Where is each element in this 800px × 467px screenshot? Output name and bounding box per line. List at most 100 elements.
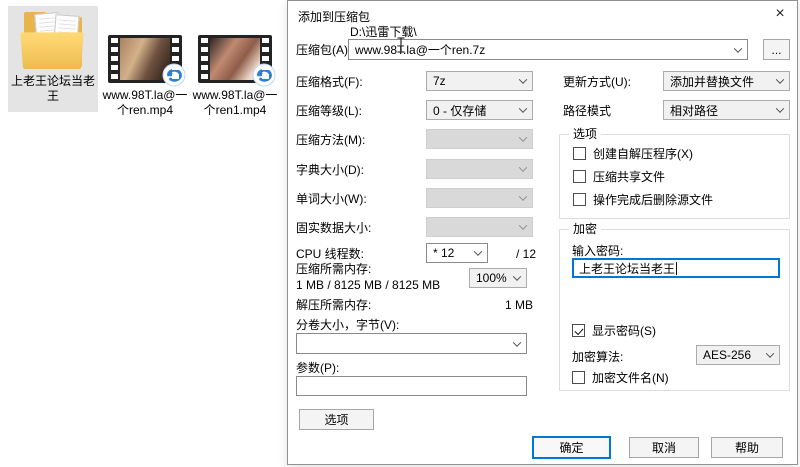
checkbox-show-password[interactable]: 显示密码(S) <box>572 322 656 339</box>
encryption-group-title: 加密 <box>569 222 602 236</box>
video-thumbnail <box>108 35 186 87</box>
browse-label: ... <box>771 42 782 57</box>
parameters-input[interactable] <box>296 376 527 396</box>
word-size-combobox <box>426 188 533 208</box>
chevron-down-icon <box>518 133 528 142</box>
memory-compress-label: 压缩所需内存: <box>296 262 372 276</box>
encryption-method-label: 加密算法: <box>572 350 624 364</box>
video-label: www.98T.la@一个ren1.mp4 <box>192 88 278 117</box>
close-button[interactable]: × <box>765 1 795 26</box>
video-thumbnail <box>198 35 276 87</box>
checkbox-label: 压缩共享文件 <box>593 170 666 184</box>
dictionary-combobox <box>426 159 533 179</box>
format-label: 压缩格式(F): <box>296 75 363 89</box>
memory-decompress-value: 1 MB <box>504 298 533 312</box>
desktop-item-video-2[interactable]: www.98T.la@一个ren1.mp4 <box>192 35 278 118</box>
password-value: 上老王论坛当老王 <box>579 261 676 276</box>
memory-percent-value: 100% <box>476 271 507 285</box>
password-label: 输入密码: <box>572 244 624 258</box>
chevron-down-icon <box>518 221 528 230</box>
memory-percent-combobox[interactable]: 100% <box>469 268 527 288</box>
chevron-down-icon <box>775 75 785 84</box>
chevron-down-icon <box>518 104 528 113</box>
ok-button[interactable]: 确定 <box>532 436 611 459</box>
volume-size-label: 分卷大小，字节(V): <box>296 318 400 332</box>
close-icon: × <box>775 4 785 22</box>
chevron-down-icon <box>518 192 528 201</box>
format-combobox[interactable]: 7z <box>426 71 533 91</box>
ok-button-label: 确定 <box>559 441 584 455</box>
checkbox-shared-files[interactable]: 压缩共享文件 <box>573 168 665 185</box>
update-mode-label: 更新方式(U): <box>563 75 631 89</box>
dialog-title: 添加到压缩包 <box>298 10 371 24</box>
desktop-item-folder[interactable]: 上老王论坛当老王 <box>8 6 98 112</box>
archive-name-value: www.98T.la@一个ren.7z <box>355 43 486 57</box>
desktop-item-video-1[interactable]: www.98T.la@一个ren.mp4 <box>102 35 188 118</box>
chevron-down-icon <box>765 349 775 358</box>
checkbox-icon <box>573 193 586 206</box>
level-combobox[interactable]: 0 - 仅存储 <box>426 100 533 120</box>
player-overlay-icon <box>162 63 186 87</box>
update-mode-combobox[interactable]: 添加并替换文件 <box>663 71 790 91</box>
checkbox-encrypt-filenames[interactable]: 加密文件名(N) <box>572 369 669 386</box>
checkbox-icon <box>572 371 585 384</box>
checkbox-label: 操作完成后删除源文件 <box>593 193 714 207</box>
browse-button[interactable]: ... <box>763 39 790 60</box>
chevron-down-icon <box>473 247 483 256</box>
parameters-label: 参数(P): <box>296 361 340 375</box>
checkbox-label: 创建自解压程序(X) <box>593 147 693 161</box>
level-label: 压缩等级(L): <box>296 104 363 118</box>
checkbox-icon <box>573 147 586 160</box>
video-label: www.98T.la@一个ren.mp4 <box>102 88 188 117</box>
method-label: 压缩方法(M): <box>296 133 366 147</box>
text-cursor-icon <box>397 37 405 53</box>
cpu-threads-label: CPU 线程数: <box>296 247 365 261</box>
chevron-down-icon <box>518 75 528 84</box>
path-mode-label: 路径模式 <box>563 104 612 118</box>
word-size-label: 单词大小(W): <box>296 192 367 206</box>
options-group: 选项 创建自解压程序(X) 压缩共享文件 操作完成后删除源文件 <box>559 127 790 219</box>
desktop: 上老王论坛当老王 www.98T.la@一个ren.mp4 www.98T.la… <box>0 0 800 467</box>
password-input[interactable]: 上老王论坛当老王 <box>572 258 780 278</box>
update-mode-value: 添加并替换文件 <box>670 74 755 89</box>
cancel-button[interactable]: 取消 <box>629 437 699 458</box>
method-combobox <box>426 129 533 149</box>
help-button-label: 帮助 <box>734 441 759 455</box>
chevron-down-icon <box>512 337 522 347</box>
volume-size-combobox[interactable] <box>296 333 527 354</box>
text-caret <box>676 261 678 275</box>
options-button[interactable]: 选项 <box>299 409 374 430</box>
level-value: 0 - 仅存储 <box>433 103 487 118</box>
checkbox-checked-icon <box>572 324 585 337</box>
cancel-button-label: 取消 <box>651 441 676 455</box>
checkbox-icon <box>573 170 586 183</box>
options-group-title: 选项 <box>569 127 602 141</box>
checkbox-label: 加密文件名(N) <box>592 371 669 385</box>
path-mode-value: 相对路径 <box>670 103 719 118</box>
chevron-down-icon[interactable] <box>733 43 743 53</box>
dictionary-label: 字典大小(D): <box>296 163 364 177</box>
path-mode-combobox[interactable]: 相对路径 <box>663 100 790 120</box>
checkbox-delete-after[interactable]: 操作完成后删除源文件 <box>573 191 713 208</box>
folder-front <box>20 32 84 69</box>
cpu-threads-value: * 12 <box>433 246 455 260</box>
cpu-threads-combobox[interactable]: * 12 <box>426 243 488 263</box>
solid-block-label: 固实数据大小: <box>296 221 372 235</box>
player-overlay-icon <box>252 63 276 87</box>
options-button-label: 选项 <box>324 413 349 427</box>
cpu-threads-max: / 12 <box>516 247 537 261</box>
folder-icon <box>20 10 85 72</box>
solid-block-combobox <box>426 217 533 237</box>
add-to-archive-dialog: 添加到压缩包 × 压缩包(A) D:\迅雷下载\ www.98T.la@一个re… <box>287 0 798 465</box>
encryption-method-combobox[interactable]: AES-256 <box>696 345 780 365</box>
help-button[interactable]: 帮助 <box>711 437 783 458</box>
archive-label: 压缩包(A) <box>296 43 348 57</box>
chevron-down-icon <box>518 163 528 172</box>
memory-decompress-label: 解压所需内存: <box>296 298 372 312</box>
encryption-group: 加密 输入密码: 上老王论坛当老王 显示密码(S) 加密算法: AES-256 … <box>559 222 790 391</box>
encryption-method-value: AES-256 <box>703 348 752 362</box>
checkbox-label: 显示密码(S) <box>592 324 656 338</box>
checkbox-create-sfx[interactable]: 创建自解压程序(X) <box>573 145 693 162</box>
memory-compress-detail: 1 MB / 8125 MB / 8125 MB <box>296 278 441 292</box>
archive-name-combobox[interactable]: www.98T.la@一个ren.7z <box>348 39 748 60</box>
